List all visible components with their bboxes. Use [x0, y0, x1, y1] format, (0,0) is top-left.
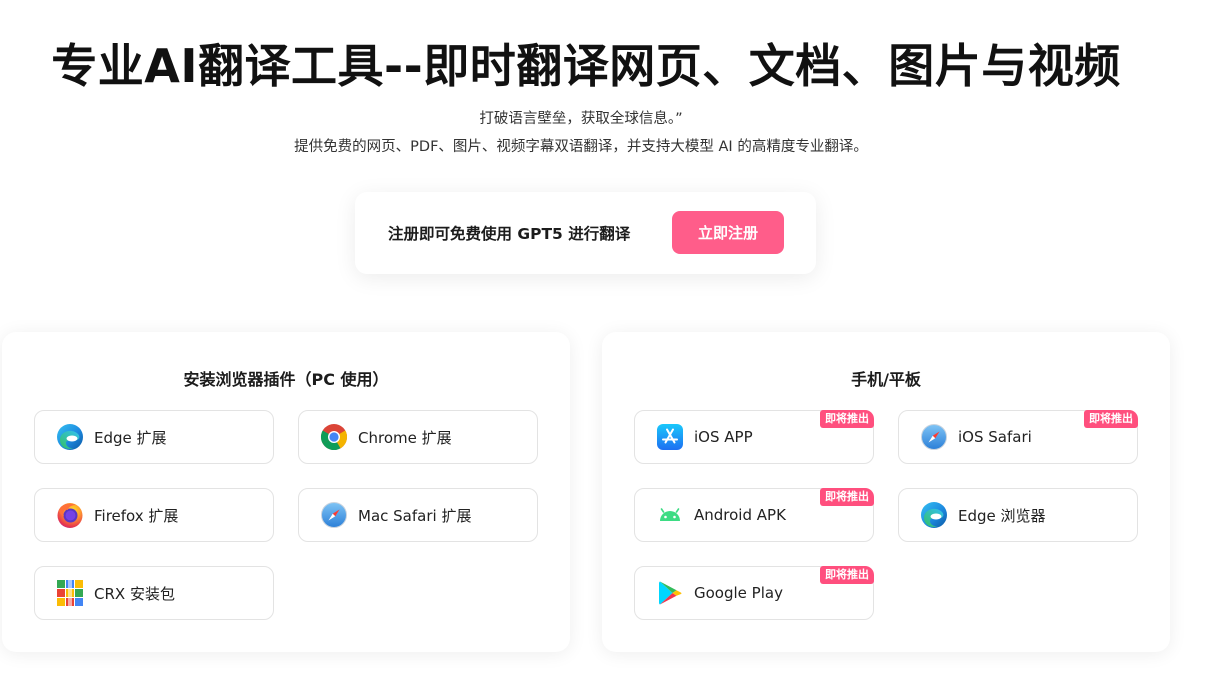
android-apk-button[interactable]: Android APK 即将推出 — [634, 488, 874, 542]
coming-soon-badge: 即将推出 — [820, 566, 874, 584]
firefox-extension-button[interactable]: Firefox 扩展 — [34, 488, 274, 542]
android-icon — [656, 501, 684, 529]
google-play-button[interactable]: Google Play 即将推出 — [634, 566, 874, 620]
hero-subtitle-line2: 提供免费的网页、PDF、图片、视频字幕双语翻译，并支持大模型 AI 的高精度专业… — [294, 139, 868, 155]
safari-icon — [320, 501, 348, 529]
edge-icon — [920, 501, 948, 529]
hero-subtitle-line1: 打破语言壁垒，获取全球信息。” — [479, 111, 683, 127]
crx-package-icon — [56, 579, 84, 607]
mobile-tablet-panel: 手机/平板 iOS APP 即将推出 iOS Safari 即将推出 Andro… — [602, 332, 1170, 652]
crx-package-button[interactable]: CRX 安装包 — [34, 566, 274, 620]
register-button[interactable]: 立即注册 — [672, 211, 784, 254]
signup-promo-text: 注册即可免费使用 GPT5 进行翻译 — [388, 225, 631, 243]
ios-app-button[interactable]: iOS APP 即将推出 — [634, 410, 874, 464]
page-title: 专业AI翻译工具--即时翻译网页、文档、图片与视频 — [51, 39, 1121, 93]
firefox-icon — [56, 501, 84, 529]
chrome-icon — [320, 423, 348, 451]
coming-soon-badge: 即将推出 — [820, 410, 874, 428]
edge-extension-button[interactable]: Edge 扩展 — [34, 410, 274, 464]
google-play-label: Google Play — [694, 584, 783, 602]
mac-safari-extension-label: Mac Safari 扩展 — [358, 506, 472, 525]
google-play-icon — [656, 579, 684, 607]
edge-browser-label: Edge 浏览器 — [958, 506, 1046, 525]
ios-safari-label: iOS Safari — [958, 428, 1032, 446]
chrome-extension-label: Chrome 扩展 — [358, 428, 452, 447]
coming-soon-badge: 即将推出 — [1084, 410, 1138, 428]
ios-safari-button[interactable]: iOS Safari 即将推出 — [898, 410, 1138, 464]
signup-card: 注册即可免费使用 GPT5 进行翻译 立即注册 — [355, 192, 816, 274]
ios-app-label: iOS APP — [694, 428, 753, 446]
chrome-extension-button[interactable]: Chrome 扩展 — [298, 410, 538, 464]
android-apk-label: Android APK — [694, 506, 786, 524]
crx-package-label: CRX 安装包 — [94, 584, 175, 603]
firefox-extension-label: Firefox 扩展 — [94, 506, 179, 525]
safari-icon — [920, 423, 948, 451]
edge-extension-label: Edge 扩展 — [94, 428, 167, 447]
mobile-tablet-title: 手机/平板 — [851, 370, 921, 389]
mac-safari-extension-button[interactable]: Mac Safari 扩展 — [298, 488, 538, 542]
app-store-icon — [656, 423, 684, 451]
coming-soon-badge: 即将推出 — [820, 488, 874, 506]
browser-extensions-panel: 安装浏览器插件（PC 使用） Edge 扩展 Chrome 扩展 Firefox… — [2, 332, 570, 652]
edge-browser-button[interactable]: Edge 浏览器 — [898, 488, 1138, 542]
edge-icon — [56, 423, 84, 451]
browser-extensions-title: 安装浏览器插件（PC 使用） — [183, 370, 389, 389]
